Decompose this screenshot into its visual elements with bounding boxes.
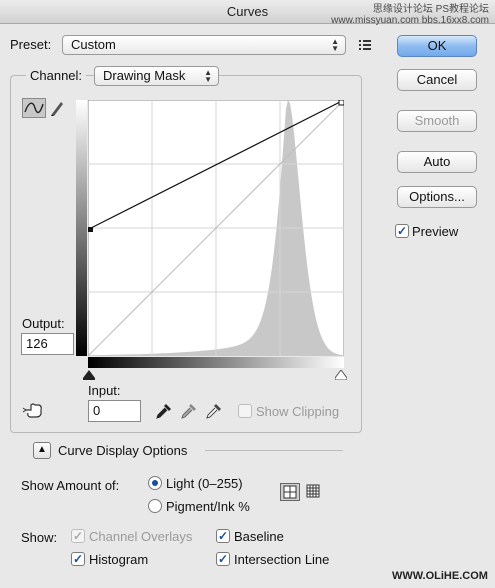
curve-point-end[interactable] [338,100,344,106]
intersection-line-checkbox[interactable]: ✓ [216,552,230,566]
input-field[interactable]: 0 [88,400,141,422]
output-gradient-bar [76,100,87,356]
preset-options-menu-icon[interactable] [358,38,374,52]
preset-label: Preset: [10,37,52,52]
simple-grid-icon[interactable] [280,483,300,501]
curve-point-tool-icon[interactable] [22,98,46,118]
channel-select[interactable]: Drawing Mask ▲ ▼ [94,66,219,86]
watermark-bottom: WWW.OLiHE.COM [392,570,488,582]
show-clipping-checkbox[interactable] [238,404,252,418]
smooth-button[interactable]: Smooth [397,110,477,132]
auto-button[interactable]: Auto [397,151,477,173]
black-eyedropper-icon[interactable] [155,402,173,423]
pigment-ink-radio[interactable] [148,499,162,513]
options-button[interactable]: Options... [397,186,477,208]
watermark-line-2: www.missyuan.com bbs.16xx8.com [331,15,489,26]
stepper-arrows-icon: ▲ ▼ [204,68,212,84]
channel-overlays-label: Channel Overlays [89,529,193,544]
preset-select[interactable]: Custom ▲ ▼ [62,35,346,55]
white-eyedropper-icon[interactable] [205,402,223,423]
watermark-top: 思缘设计论坛 PS教程论坛 www.missyuan.com bbs.16xx8… [331,4,489,26]
show-amount-label: Show Amount of: [21,478,120,493]
input-gradient-bar [88,357,344,368]
gray-eyedropper-icon[interactable] [180,402,198,423]
light-radio-label: Light (0–255) [166,476,243,491]
channel-label: Channel: [26,68,87,83]
cancel-button[interactable]: Cancel [397,69,477,91]
disclosure-triangle-icon[interactable]: ▲ [33,442,51,459]
section-divider [205,450,343,451]
intersection-line-label: Intersection Line [234,552,330,567]
show-clipping-label: Show Clipping [256,404,340,419]
white-point-slider-icon[interactable] [334,368,348,383]
curve-display-options-label: Curve Display Options [58,443,188,458]
black-point-slider-icon[interactable] [83,368,95,383]
preview-checkbox[interactable]: ✓ [395,224,409,238]
output-label: Output: [22,316,65,331]
channel-overlays-checkbox[interactable]: ✓ [71,529,85,543]
curve-graph[interactable] [88,100,344,356]
histogram-checkbox[interactable]: ✓ [71,552,85,566]
pigment-ink-radio-label: Pigment/Ink % [166,499,250,514]
preset-value: Custom [71,37,116,52]
baseline-label: Baseline [234,529,284,544]
watermark-line-1: 思缘设计论坛 PS教程论坛 [372,4,489,15]
input-value: 0 [93,403,101,418]
curve-point-start[interactable] [88,227,93,233]
output-value: 126 [26,336,48,351]
light-radio[interactable] [148,476,162,490]
channel-value: Drawing Mask [103,68,186,83]
output-field[interactable]: 126 [21,333,74,355]
targeted-adjustment-hand-icon[interactable] [22,401,46,419]
pencil-tool-icon[interactable] [48,99,66,117]
detailed-grid-icon[interactable] [304,483,324,501]
input-label: Input: [88,383,121,398]
preview-label: Preview [412,224,459,239]
show-label: Show: [21,530,58,545]
histogram-label: Histogram [89,552,149,567]
baseline-checkbox[interactable]: ✓ [216,529,230,543]
ok-button[interactable]: OK [397,35,477,57]
window-title: Curves [226,4,269,19]
stepper-arrows-icon: ▲ ▼ [331,37,339,53]
